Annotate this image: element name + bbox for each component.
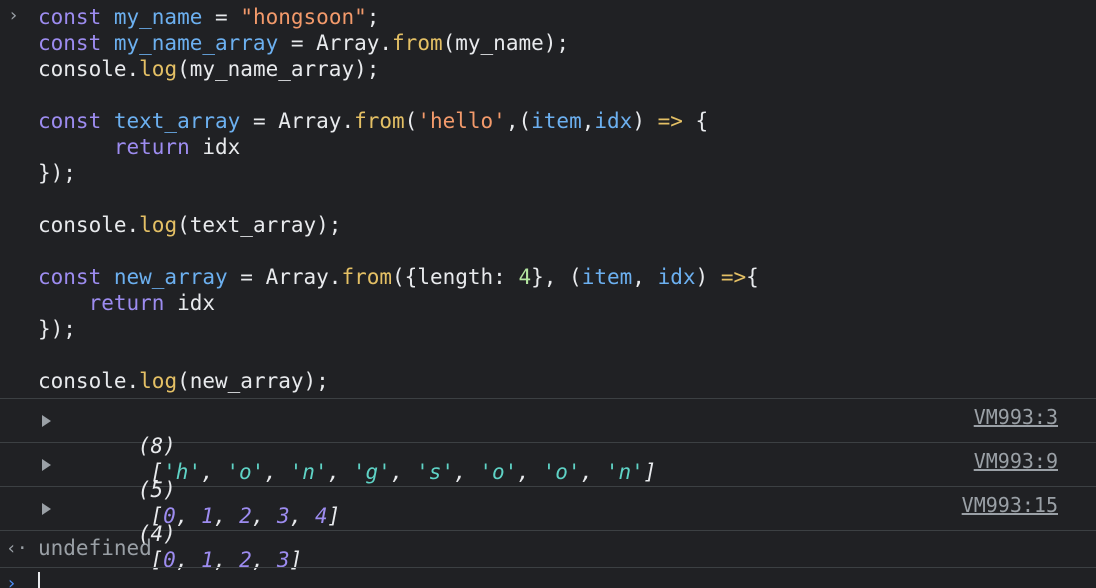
return-value: undefined [38,536,152,560]
code-line: const text_array = Array.from('hello',(i… [38,108,759,134]
source-link-2[interactable]: VM993:9 [974,449,1058,473]
input-prompt-icon: › [8,5,19,26]
code-token: (my_name); [442,31,570,55]
code-token: my_name_array [113,31,279,55]
code-token: }, ( [531,265,582,289]
console-log-row-2[interactable]: (5) [0, 1, 2, 3, 4] VM993:9 [0,443,1096,528]
code-token: idx [189,135,241,159]
console-input[interactable] [38,570,1042,588]
code-token: 'hello' [417,109,506,133]
code-token: idx [594,109,633,133]
code-token: from [392,31,443,55]
code-token: { [682,109,709,133]
code-token: (text_array); [177,213,342,237]
code-token: 4 [518,265,532,289]
expand-triangle-icon[interactable] [42,459,51,471]
code-token: , [632,265,658,289]
code-token: text_array [113,109,241,133]
code-line: console.log(new_array); [38,368,759,394]
code-token: from [354,109,405,133]
code-token: ({length: [392,265,519,289]
code-token: , [581,109,595,133]
code-token: ) [695,265,721,289]
console-return-row: ‹· undefined [0,531,1096,568]
code-token: const [38,265,114,289]
code-token: item [581,265,633,289]
code-line: const new_array = Array.from({length: 4}… [38,264,759,290]
expand-triangle-icon[interactable] [42,503,51,515]
code-token: = Array. [240,109,355,133]
code-token: const [38,109,114,133]
code-token: log [139,213,178,237]
code-token: my_name [113,5,203,29]
code-token: { [746,265,759,289]
code-line: }); [38,160,759,186]
code-token: = [202,5,241,29]
code-token: return [88,291,165,315]
console-log-row-3[interactable]: (4) [0, 1, 2, 3] VM993:15 [0,487,1096,572]
code-token: new_array [113,265,228,289]
code-token: const [38,31,114,55]
code-token: from [341,265,393,289]
code-line: return idx [38,290,759,316]
code-token: => [657,109,683,133]
code-token: => [720,265,747,289]
code-token: (my_name_array); [177,57,380,81]
code-token: console. [38,57,140,81]
code-token: "hongsoon" [240,5,367,29]
active-prompt-icon: › [6,573,17,588]
code-token: }); [38,317,76,341]
code-line: const my_name = "hongsoon"; [38,4,759,30]
code-token: item [531,109,582,133]
return-arrow-icon: ‹· [6,538,28,559]
console-input-history: › const my_name = "hongsoon"; const my_na… [0,0,1096,399]
code-token: ,( [505,109,532,133]
code-line: console.log(my_name_array); [38,56,759,82]
console-log-row-1[interactable]: (8) ['h', 'o', 'n', 'g', 's', 'o', 'o', … [0,399,1096,484]
code-line: }); [38,316,759,342]
code-token: (new_array); [177,369,329,393]
console-prompt-row[interactable]: › [0,568,1096,588]
code-token: console. [38,369,140,393]
code-token: = Array. [278,31,393,55]
code-line: return idx [38,134,759,160]
code-token: }); [38,161,76,185]
devtools-console: › const my_name = "hongsoon"; const my_na… [0,0,1096,588]
expand-triangle-icon[interactable] [42,415,51,427]
source-link-1[interactable]: VM993:3 [974,405,1058,429]
code-token: return [113,135,190,159]
code-token: = Array. [227,265,342,289]
code-line: console.log(text_array); [38,212,759,238]
code-line: const my_name_array = Array.from(my_name… [38,30,759,56]
code-token: console. [38,213,140,237]
code-block: const my_name = "hongsoon"; const my_name… [38,4,759,394]
code-token: ( [404,109,418,133]
code-token: log [139,57,178,81]
code-token: idx [657,265,696,289]
code-token: ; [366,5,380,29]
code-token: idx [164,291,216,315]
source-link-3[interactable]: VM993:15 [962,493,1058,517]
code-token: const [38,5,114,29]
code-token: log [139,369,178,393]
code-token: ) [632,109,658,133]
